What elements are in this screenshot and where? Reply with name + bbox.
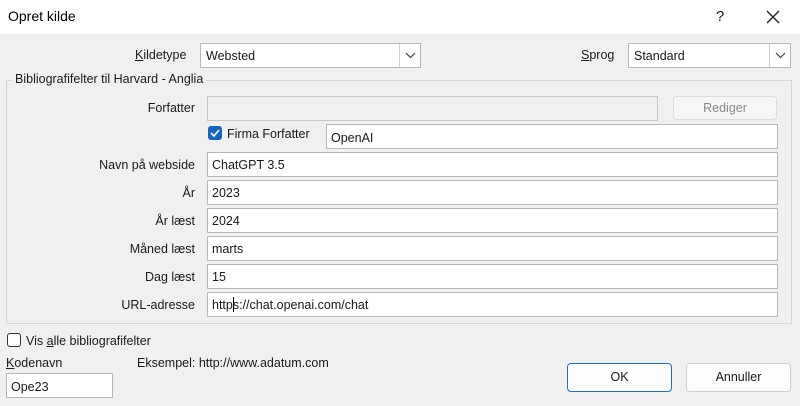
title-bar	[0, 0, 800, 34]
language-value: Standard	[634, 49, 685, 63]
group-title: Bibliografifelter til Harvard - Anglia	[12, 72, 207, 86]
website-name-input[interactable]: ChatGPT 3.5	[207, 152, 778, 177]
day-accessed-input[interactable]: 15	[207, 264, 778, 289]
show-all-fields-checkbox[interactable]	[7, 333, 21, 347]
ok-button[interactable]: OK	[567, 363, 672, 392]
year-label: År	[182, 186, 196, 200]
chevron-down-icon	[769, 44, 790, 67]
year-input[interactable]: 2023	[207, 180, 778, 205]
corporate-author-label: Firma Forfatter	[227, 127, 310, 141]
chevron-down-icon	[399, 44, 420, 67]
corporate-author-input[interactable]: OpenAI	[326, 124, 778, 149]
edit-author-button[interactable]: Rediger	[673, 96, 777, 120]
example-text: Eksempel: http://www.adatum.com	[137, 356, 329, 370]
text-cursor	[233, 297, 234, 312]
help-button[interactable]: ?	[705, 4, 735, 30]
cancel-button[interactable]: Annuller	[686, 363, 791, 392]
year-accessed-label: År læst	[155, 214, 195, 228]
show-all-fields-label: Vis alle bibliografifelter	[26, 334, 151, 348]
url-label: URL-adresse	[121, 298, 195, 312]
source-type-select[interactable]: Websted	[200, 43, 421, 68]
author-input	[207, 96, 658, 121]
website-name-label: Navn på webside	[99, 158, 195, 172]
month-accessed-input[interactable]: marts	[207, 236, 778, 261]
source-type-value: Websted	[206, 49, 256, 63]
author-label: Forfatter	[147, 101, 195, 115]
window-title: Opret kilde	[8, 8, 76, 24]
corporate-author-checkbox[interactable]	[208, 126, 222, 140]
day-accessed-label: Dag læst	[144, 270, 195, 284]
close-icon	[766, 10, 780, 27]
url-input[interactable]: https://chat.openai.com/chat	[207, 292, 778, 317]
month-accessed-label: Måned læst	[129, 242, 195, 256]
tag-name-label: Kodenavn	[6, 356, 63, 370]
tag-name-input[interactable]: Ope23	[6, 373, 113, 398]
close-button[interactable]	[756, 4, 790, 30]
year-accessed-input[interactable]: 2024	[207, 208, 778, 233]
source-type-label: Kildetype	[135, 48, 187, 62]
language-label: Sprog	[581, 48, 615, 62]
language-select[interactable]: Standard	[628, 43, 791, 68]
